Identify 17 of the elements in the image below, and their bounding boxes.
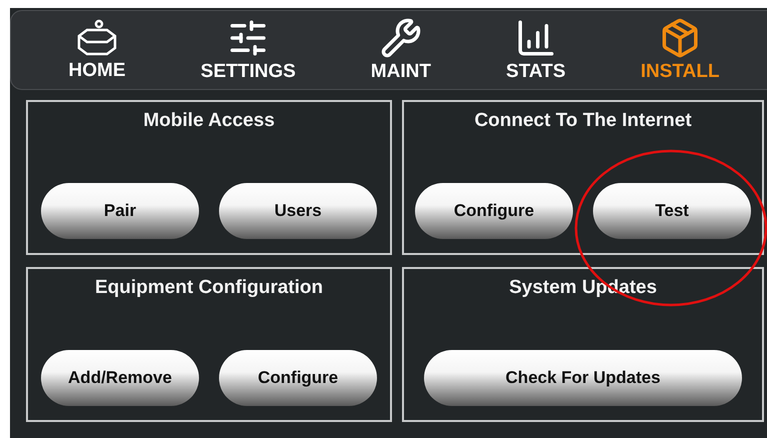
panel-title: Equipment Configuration <box>95 277 323 299</box>
pill-button[interactable]: Pair <box>41 183 199 239</box>
nav-tab[interactable]: MAINT <box>364 17 437 83</box>
nav-tab[interactable]: STATS <box>500 17 572 83</box>
panel-title: Mobile Access <box>143 110 275 132</box>
wrench-icon <box>380 17 422 59</box>
pill-button[interactable]: Configure <box>219 350 377 406</box>
pill-button[interactable]: Test <box>593 183 751 239</box>
pill-button[interactable]: Configure <box>415 183 573 239</box>
nav-tab[interactable]: HOME <box>62 18 132 82</box>
pill-button[interactable]: Add/Remove <box>41 350 199 406</box>
pill-button[interactable]: Users <box>219 183 377 239</box>
nav-tab[interactable]: INSTALL <box>634 17 726 83</box>
nav-tab[interactable]: SETTINGS <box>194 17 302 83</box>
panel-title: Connect To The Internet <box>474 110 692 132</box>
hot-tub-icon <box>75 18 120 58</box>
pill-button[interactable]: Check For Updates <box>424 350 742 406</box>
